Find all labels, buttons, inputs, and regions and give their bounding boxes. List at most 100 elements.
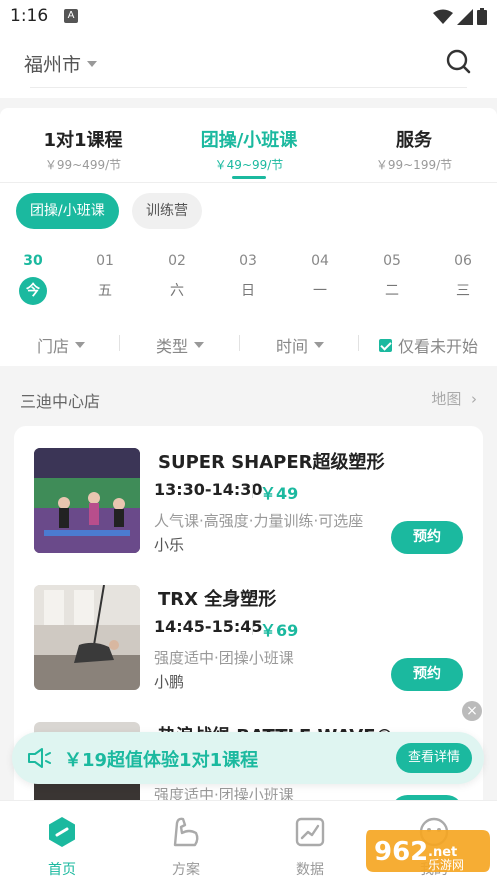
divider (239, 335, 240, 351)
date-number: 05 (383, 253, 401, 269)
course-title: TRX 全身塑形 (158, 589, 277, 610)
checkbox-checked-icon (379, 338, 392, 352)
wifi-icon (433, 9, 453, 24)
filter-label: 门店 (37, 337, 70, 356)
date-item[interactable]: 03 日 (228, 253, 268, 305)
caret-down-icon (194, 342, 205, 348)
date-item[interactable]: 30 今 (13, 253, 53, 305)
filter-area: 团操/小班课 训练营 30 今 01 五 02 六 03 日 04 一 05 二… (0, 182, 497, 366)
date-item[interactable]: 05 二 (372, 253, 412, 305)
search-icon[interactable] (445, 48, 471, 74)
caret-down-icon (75, 342, 86, 348)
filter-label: 类型 (156, 337, 189, 356)
date-item[interactable]: 01 五 (85, 253, 125, 305)
promo-banner[interactable]: ￥19超值体验1对1课程 查看详情 (12, 732, 484, 784)
city-selector[interactable]: 福州市 (24, 50, 98, 77)
promo-details-button[interactable]: 查看详情 (396, 743, 472, 773)
tab-group-class[interactable]: 团操/小班课 ￥49~99/节 (166, 126, 332, 173)
category-tabs: 1对1课程 ￥99~499/节 团操/小班课 ￥49~99/节 服务 ￥99~1… (0, 108, 497, 182)
date-weekday: 二 (385, 283, 399, 299)
svg-text:962: 962 (374, 837, 428, 867)
chart-icon (295, 817, 325, 847)
status-icons (433, 8, 487, 25)
course-title: SUPER SHAPER超级塑形 (158, 452, 385, 473)
course-coach: 小鹏 (154, 673, 185, 691)
divider (252, 484, 253, 498)
nav-plan[interactable]: 方案 (146, 815, 226, 879)
watermark-logo: 962 .net 乐游网 (366, 830, 490, 872)
megaphone-icon (28, 748, 51, 768)
muscle-icon (173, 817, 199, 847)
nav-label: 方案 (172, 862, 200, 878)
nav-label: 首页 (48, 862, 76, 878)
book-button[interactable]: 预约 (391, 521, 463, 554)
store-name: 三迪中心店 (20, 392, 101, 411)
only-unstarted-checkbox[interactable]: 仅看未开始 (379, 333, 478, 357)
nav-data[interactable]: 数据 (270, 815, 350, 879)
date-weekday: 三 (456, 283, 470, 299)
svg-text:乐游网: 乐游网 (428, 858, 464, 872)
signal-icon (457, 8, 473, 25)
caret-down-icon (314, 342, 325, 348)
date-number: 06 (454, 253, 472, 269)
date-number: 01 (96, 253, 114, 269)
divider (252, 621, 253, 635)
chip-group-class[interactable]: 团操/小班课 (16, 193, 119, 229)
date-number: 30 (23, 253, 43, 269)
date-weekday: 六 (170, 283, 184, 299)
date-item[interactable]: 06 三 (443, 253, 483, 305)
book-button[interactable]: 预约 (391, 658, 463, 691)
promo-text: ￥19超值体验1对1课程 (64, 750, 259, 771)
notification-a-icon: A (64, 9, 78, 23)
date-weekday: 一 (313, 283, 327, 299)
course-tags: 人气课·高强度·力量训练·可选座 (154, 512, 364, 530)
divider (358, 335, 359, 351)
filter-time[interactable]: 时间 (276, 333, 325, 357)
filter-store[interactable]: 门店 (37, 333, 86, 357)
store-header: 三迪中心店 地图 › (0, 374, 497, 420)
tab-price: ￥99~499/节 (44, 158, 122, 172)
close-promo-button[interactable]: × (462, 701, 482, 721)
date-item[interactable]: 04 一 (300, 253, 340, 305)
home-icon (49, 817, 75, 847)
date-weekday: 日 (241, 283, 255, 299)
city-label: 福州市 (24, 54, 82, 76)
tab-service[interactable]: 服务 ￥99~199/节 (331, 126, 497, 173)
tab-title: 1对1课程 (43, 130, 123, 151)
course-price: ￥49 (260, 484, 299, 503)
course-tags: 强度适中·团操小班课 (154, 649, 294, 667)
tab-title: 服务 (396, 130, 432, 151)
checkbox-label: 仅看未开始 (398, 337, 479, 356)
top-bar: 福州市 (0, 34, 497, 98)
date-number: 03 (239, 253, 257, 269)
filter-row: 门店 类型 时间 仅看未开始 (0, 319, 497, 365)
chevron-right-icon: › (466, 390, 477, 408)
date-weekday: 今 (19, 277, 47, 305)
date-number: 04 (311, 253, 329, 269)
course-image (34, 585, 140, 690)
nav-label: 数据 (296, 862, 324, 878)
status-bar: 1:16 A (0, 0, 497, 34)
tab-one-on-one[interactable]: 1对1课程 ￥99~499/节 (0, 126, 166, 173)
course-price: ￥69 (260, 621, 299, 640)
tab-title: 团操/小班课 (200, 130, 298, 151)
nav-home[interactable]: 首页 (22, 815, 102, 879)
tab-price: ￥49~99/节 (214, 158, 284, 172)
active-tab-indicator (232, 176, 266, 179)
status-time: 1:16 (10, 6, 49, 26)
course-image (34, 448, 140, 553)
map-label: 地图 (431, 390, 462, 408)
course-item[interactable]: SUPER SHAPER超级塑形 13:30-14:30 ￥49 人气课·高强度… (14, 426, 483, 563)
date-item[interactable]: 02 六 (157, 253, 197, 305)
course-time: 14:45-15:45 (154, 617, 263, 636)
tab-price: ￥99~199/节 (375, 158, 453, 172)
course-item[interactable]: TRX 全身塑形 14:45-15:45 ￥69 强度适中·团操小班课 小鹏 预… (14, 563, 483, 700)
filter-type[interactable]: 类型 (156, 333, 205, 357)
divider (30, 87, 467, 88)
map-link[interactable]: 地图 › (431, 388, 477, 409)
course-time: 13:30-14:30 (154, 480, 263, 499)
divider (119, 335, 120, 351)
caret-down-icon (87, 60, 98, 67)
chip-camp[interactable]: 训练营 (132, 193, 202, 229)
course-coach: 小乐 (154, 536, 185, 554)
